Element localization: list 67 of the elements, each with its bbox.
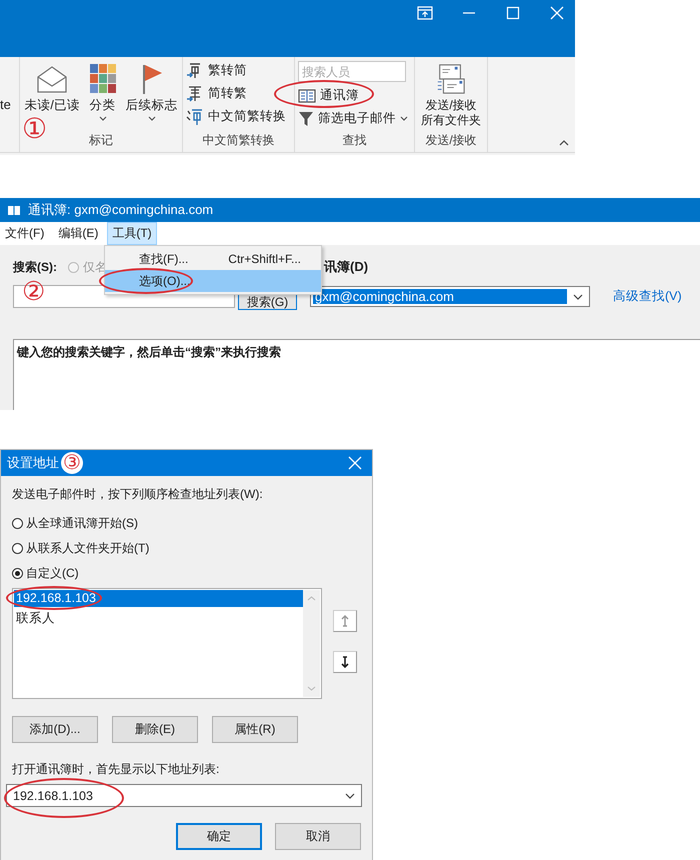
ribbon-label: te bbox=[0, 97, 11, 112]
address-book-icon bbox=[298, 88, 316, 104]
group-label: 标记 bbox=[88, 132, 114, 149]
close-icon[interactable] bbox=[549, 6, 565, 20]
chevron-down-icon bbox=[345, 792, 355, 798]
radio-label: 从联系人文件夹开始(T) bbox=[26, 540, 150, 556]
address-list-dropdown[interactable]: 192.168.1.103 bbox=[6, 784, 362, 807]
filter-icon bbox=[298, 110, 314, 126]
book-icon bbox=[7, 204, 21, 216]
collapse-icon[interactable] bbox=[559, 140, 569, 146]
menu-item[interactable]: 文件(F) bbox=[0, 222, 50, 245]
address-book-dropdown[interactable]: gxm@comingchina.com bbox=[310, 286, 590, 307]
step-number: ① bbox=[22, 115, 48, 143]
ribbon-button[interactable]: 简转繁 bbox=[186, 84, 247, 103]
move-up-button[interactable] bbox=[333, 610, 357, 632]
instruction-text: 打开通讯簿时，首先显示以下地址列表: bbox=[12, 761, 220, 778]
convert-icon bbox=[186, 108, 204, 126]
menu-item[interactable]: 工具(T) bbox=[107, 222, 157, 245]
envelopes-icon bbox=[436, 63, 466, 95]
step-number: ③ bbox=[61, 452, 83, 474]
group-label: 发送/接收 bbox=[424, 132, 478, 149]
list-item[interactable]: 联系人 bbox=[14, 610, 303, 627]
scroll-up-icon bbox=[307, 596, 316, 601]
ribbon-button[interactable]: 发送/接收所有文件夹 bbox=[418, 63, 484, 128]
up-arrow-icon bbox=[341, 615, 349, 627]
radio-button[interactable] bbox=[12, 568, 23, 578]
menu-item[interactable]: 编辑(E) bbox=[53, 222, 104, 245]
close-icon[interactable] bbox=[348, 456, 362, 470]
search-field[interactable]: 搜索人员 bbox=[298, 61, 406, 82]
category-grid-icon bbox=[88, 63, 117, 95]
radio-label: 从全球通讯簿开始(S) bbox=[26, 514, 138, 532]
ribbon-button[interactable]: 筛选电子邮件 bbox=[298, 109, 408, 128]
dialog-button[interactable]: 添加(D)... bbox=[12, 716, 98, 743]
dialog-title: 设置地址 bbox=[7, 454, 59, 472]
window-title: 通讯簿: gxm@comingchina.com bbox=[28, 201, 214, 219]
ribbon-button[interactable]: 后续标志 bbox=[124, 63, 180, 121]
ribbon-button[interactable]: 未读/已读 bbox=[22, 63, 82, 113]
move-down-button[interactable] bbox=[333, 651, 357, 673]
ribbon-display-icon[interactable] bbox=[417, 6, 433, 20]
step-number: ② bbox=[22, 278, 46, 304]
cancel-button[interactable]: 取消 bbox=[275, 823, 361, 850]
ok-button[interactable]: 确定 bbox=[176, 823, 262, 850]
instruction-text: 发送电子邮件时，按下列顺序检查地址列表(W): bbox=[12, 486, 264, 503]
dialog-button[interactable]: 删除(E) bbox=[112, 716, 198, 743]
convert-icon bbox=[186, 84, 204, 102]
menu-item[interactable]: 查找(F)... Ctr+Shiftl+F... bbox=[105, 248, 321, 270]
list-item[interactable]: 192.168.1.103 bbox=[14, 590, 303, 607]
scroll-down-icon bbox=[307, 686, 316, 691]
ribbon-button[interactable]: 通讯簿 bbox=[298, 86, 359, 105]
radio-label: 自定义(C) bbox=[26, 564, 79, 582]
dialog-button[interactable]: 属性(R) bbox=[212, 716, 298, 743]
ribbon-button[interactable]: 繁转简 bbox=[186, 61, 247, 80]
group-label: 查找 bbox=[342, 132, 368, 149]
advanced-find-link[interactable]: 高级查找(V) bbox=[613, 288, 682, 305]
chevron-down-icon bbox=[573, 294, 583, 300]
field-label: 搜索(S): bbox=[13, 258, 58, 276]
radio-button[interactable] bbox=[12, 518, 23, 528]
field-label: 讯簿(D) bbox=[324, 258, 368, 276]
down-arrow-icon bbox=[341, 656, 349, 668]
menu-item[interactable]: 选项(O)... bbox=[105, 270, 321, 292]
ribbon-button[interactable]: 分类 bbox=[86, 63, 119, 121]
hint-text: 键入您的搜索关键字，然后单击“搜索”来执行搜索 bbox=[17, 344, 282, 361]
maximize-icon[interactable] bbox=[505, 6, 521, 20]
ribbon-button[interactable]: 中文简繁转换 bbox=[186, 107, 286, 126]
radio-button[interactable] bbox=[12, 542, 23, 554]
scrollbar[interactable] bbox=[303, 590, 320, 697]
group-label: 中文简繁转换 bbox=[202, 132, 276, 149]
